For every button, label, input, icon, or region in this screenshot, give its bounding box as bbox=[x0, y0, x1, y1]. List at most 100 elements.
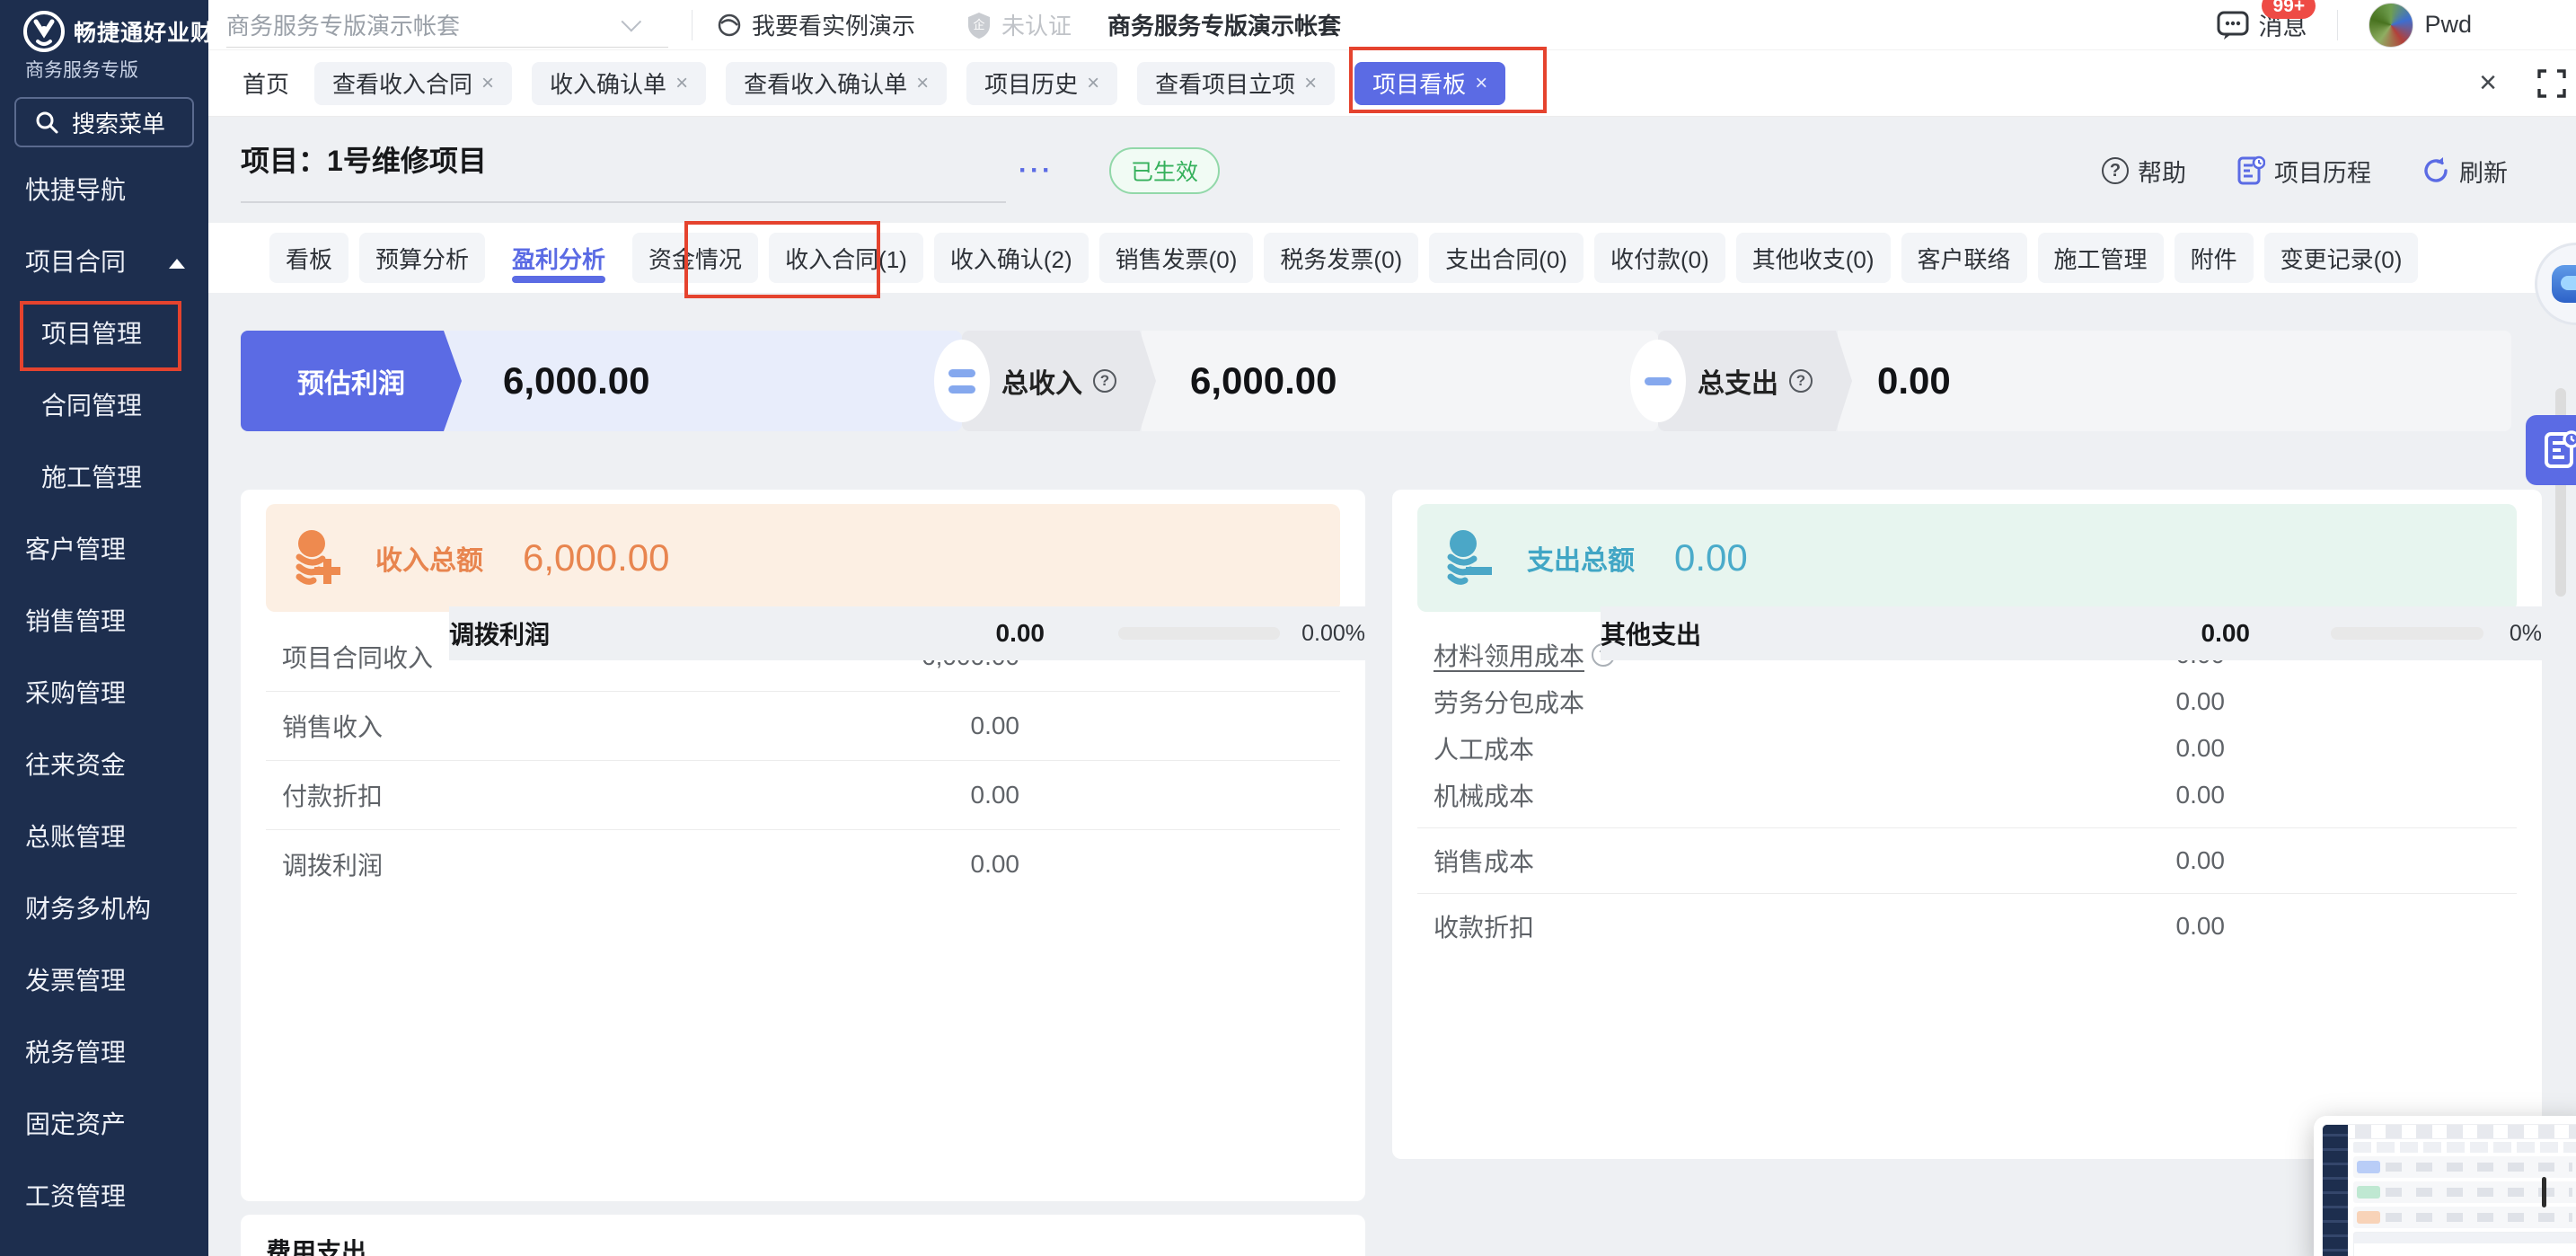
user-name[interactable]: Pwd bbox=[2424, 11, 2472, 39]
cert-shield-icon: 企 bbox=[966, 11, 992, 40]
subtab-expense-contract[interactable]: 支出合同(0) bbox=[1429, 233, 1584, 283]
avatar[interactable] bbox=[2369, 3, 2413, 48]
sidebar-item-tax-mgmt[interactable]: 税务管理 bbox=[0, 1017, 208, 1089]
table-row: 调拨利润 0.00 0.00% bbox=[449, 606, 1365, 660]
estimated-profit-value: 6,000.00 bbox=[446, 331, 962, 431]
total-expense-value: 0.00 bbox=[1838, 331, 2511, 431]
sidebar-item-project-contract[interactable]: 项目合同 bbox=[0, 226, 208, 298]
tab-home[interactable]: 首页 bbox=[237, 62, 295, 105]
subtab-customer-contact[interactable]: 客户联络 bbox=[1901, 233, 2027, 283]
subtab-construction[interactable]: 施工管理 bbox=[2038, 233, 2164, 283]
account-set-value: 商务服务专版演示帐套 bbox=[226, 8, 460, 41]
close-all-icon[interactable]: × bbox=[2479, 66, 2497, 101]
subtab-other-inout[interactable]: 其他收支(0) bbox=[1736, 233, 1891, 283]
refresh-button[interactable]: 刷新 bbox=[2422, 154, 2508, 189]
close-icon[interactable]: × bbox=[1475, 71, 1487, 96]
logo-subtitle: 商务服务专版 bbox=[25, 56, 208, 83]
cert-status[interactable]: 企 未认证 bbox=[966, 8, 1072, 41]
subtab-payments[interactable]: 收付款(0) bbox=[1594, 233, 1725, 283]
table-row: 销售成本 0.00 bbox=[1417, 837, 2517, 884]
subtab-income-contract[interactable]: 收入合同(1) bbox=[769, 233, 923, 283]
subtab-tax-invoice[interactable]: 税务发票(0) bbox=[1264, 233, 1418, 283]
project-select-field[interactable]: 项目： 1号维修项目 bbox=[241, 138, 1006, 203]
demo-icon bbox=[716, 12, 743, 39]
sidebar-item-sales-mgmt[interactable]: 销售管理 bbox=[0, 586, 208, 658]
expense-card-header: 支出总额 0.00 bbox=[1417, 504, 2517, 612]
messages-button[interactable]: 消息 99+ bbox=[2217, 7, 2307, 42]
message-icon bbox=[2217, 10, 2249, 40]
divider bbox=[266, 760, 1340, 761]
logo-block: 畅捷通好业财 商务服务专版 bbox=[0, 0, 208, 83]
help-button[interactable]: ? 帮助 bbox=[2102, 154, 2186, 189]
expense-section-card: 费用支出 bbox=[241, 1215, 1365, 1256]
search-input[interactable]: 搜索菜单 bbox=[14, 97, 194, 147]
tab-view-income-confirm[interactable]: 查看收入确认单× bbox=[726, 62, 947, 105]
sidebar-item-funds[interactable]: 往来资金 bbox=[0, 730, 208, 801]
doc-clock-icon bbox=[2542, 429, 2576, 471]
pip-mini-sidebar bbox=[2323, 1125, 2348, 1256]
sidebar-item-finance-multi-org[interactable]: 财务多机构 bbox=[0, 873, 208, 945]
close-icon[interactable]: × bbox=[1304, 71, 1317, 96]
sidebar-item-purchase-mgmt[interactable]: 采购管理 bbox=[0, 658, 208, 730]
tab-view-project-setup[interactable]: 查看项目立项× bbox=[1137, 62, 1335, 105]
sidebar-menu: 快捷导航 项目合同 项目管理 合同管理 施工管理 客户管理 销售管理 采购管理 … bbox=[0, 155, 208, 1233]
subtab-income-confirm[interactable]: 收入确认(2) bbox=[934, 233, 1089, 283]
tab-view-income-contract[interactable]: 查看收入合同× bbox=[314, 62, 512, 105]
divider bbox=[692, 10, 693, 40]
sidebar-item-contract-mgmt[interactable]: 合同管理 bbox=[0, 370, 208, 442]
close-icon[interactable]: × bbox=[481, 71, 494, 96]
subtab-bar: 看板 预算分析 盈利分析 资金情况 收入合同(1) 收入确认(2) 销售发票(0… bbox=[208, 223, 2576, 293]
fullscreen-icon[interactable] bbox=[2536, 68, 2567, 99]
subtab-sales-invoice[interactable]: 销售发票(0) bbox=[1099, 233, 1254, 283]
expense-card: 支出总额 0.00 项目合同成本 设置 0.00 0% 材料领用成本 ? 0.0… bbox=[1392, 490, 2542, 1159]
subtab-funds[interactable]: 资金情况 bbox=[632, 233, 758, 283]
divider bbox=[1417, 827, 2517, 828]
table-row: 付款折扣 0.00 bbox=[266, 770, 1340, 820]
income-card-header: 收入总额 6,000.00 bbox=[266, 504, 1340, 612]
sidebar-item-fixed-assets[interactable]: 固定资产 bbox=[0, 1089, 208, 1161]
table-row: 收款折扣 0.00 bbox=[1417, 903, 2517, 950]
sidebar-item-construction-mgmt[interactable]: 施工管理 bbox=[0, 442, 208, 514]
tab-income-confirm-doc[interactable]: 收入确认单× bbox=[532, 62, 706, 105]
project-journey-button[interactable]: 项目历程 bbox=[2236, 154, 2371, 189]
info-question-icon[interactable]: ? bbox=[1093, 369, 1116, 393]
total-expense-label: 总支出 ? bbox=[1658, 331, 1852, 431]
material-cost-link[interactable]: 材料领用成本 bbox=[1434, 637, 1584, 673]
tab-project-history[interactable]: 项目历史× bbox=[966, 62, 1117, 105]
project-journey-float-button[interactable] bbox=[2526, 415, 2576, 485]
sidebar-item-customer-mgmt[interactable]: 客户管理 bbox=[0, 514, 208, 586]
subtab-change-log[interactable]: 变更记录(0) bbox=[2264, 233, 2419, 283]
section-title: 费用支出 bbox=[266, 1233, 1365, 1256]
search-icon bbox=[34, 110, 59, 135]
sidebar-item-project-mgmt[interactable]: 项目管理 bbox=[0, 298, 208, 370]
expense-coins-icon bbox=[1441, 528, 1500, 588]
sidebar-item-quick-nav[interactable]: 快捷导航 bbox=[0, 155, 208, 226]
subtab-board[interactable]: 看板 bbox=[269, 233, 348, 283]
subtab-budget-analysis[interactable]: 预算分析 bbox=[359, 233, 485, 283]
main-content: 项目： 1号维修项目 ··· 已生效 ? 帮助 项目历程 刷新 bbox=[208, 117, 2576, 1256]
account-set-dropdown[interactable]: 商务服务专版演示帐套 bbox=[226, 3, 668, 48]
close-icon[interactable]: × bbox=[675, 71, 688, 96]
table-row: 机械成本 0.00 bbox=[1417, 772, 2517, 818]
close-icon[interactable]: × bbox=[1087, 71, 1099, 96]
refresh-icon bbox=[2422, 156, 2450, 185]
tab-project-board[interactable]: 项目看板× bbox=[1354, 62, 1505, 105]
pip-preview-window[interactable] bbox=[2314, 1116, 2576, 1256]
sidebar-item-general-ledger[interactable]: 总账管理 bbox=[0, 801, 208, 873]
minus-icon bbox=[1630, 340, 1686, 422]
project-label: 项目： bbox=[241, 138, 327, 180]
pip-mini-app bbox=[2322, 1124, 2576, 1256]
table-row: 销售收入 0.00 bbox=[266, 701, 1340, 751]
info-question-icon[interactable]: ? bbox=[1789, 369, 1813, 393]
table-row: 其他支出 0.00 0% bbox=[1601, 606, 2542, 660]
more-actions-icon[interactable]: ··· bbox=[1019, 155, 1054, 186]
sidebar-item-invoice-mgmt[interactable]: 发票管理 bbox=[0, 945, 208, 1017]
subtab-attachments[interactable]: 附件 bbox=[2175, 233, 2254, 283]
subtab-profit-analysis[interactable]: 盈利分析 bbox=[496, 233, 622, 283]
sidebar-item-payroll-mgmt[interactable]: 工资管理 bbox=[0, 1161, 208, 1233]
demo-link[interactable]: 我要看实例演示 bbox=[716, 8, 915, 41]
divider bbox=[1417, 893, 2517, 894]
pip-mini-scrollbar bbox=[2542, 1177, 2546, 1207]
expense-total-label: 支出总额 bbox=[1527, 538, 1635, 578]
close-icon[interactable]: × bbox=[916, 71, 929, 96]
